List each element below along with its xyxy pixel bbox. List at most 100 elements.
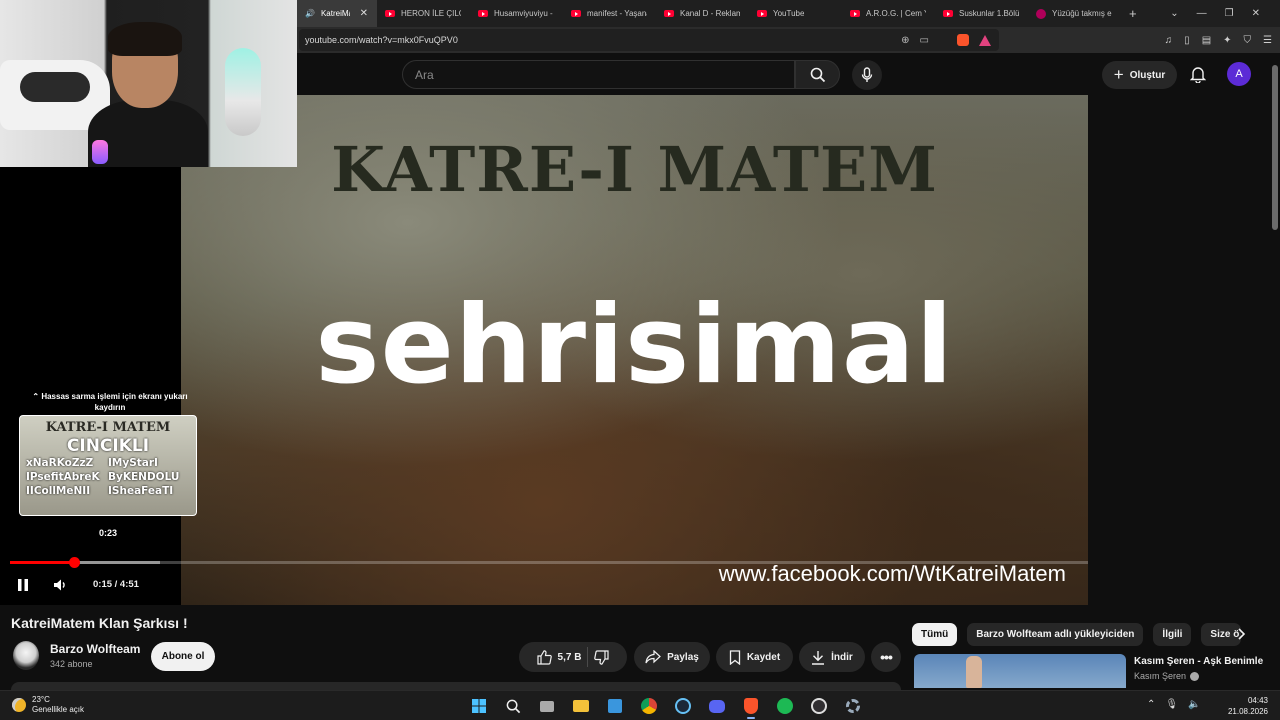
spotify-button[interactable] — [774, 695, 796, 717]
download-label: İndir — [831, 651, 853, 663]
search-input[interactable]: Ara — [402, 60, 795, 89]
search-button[interactable] — [795, 60, 840, 89]
extension-icons: ♫ ▯ ▤ ✦ ⛉ ☰ — [1165, 27, 1272, 53]
tray-microphone-icon[interactable]: 🎙 — [1165, 699, 1178, 710]
description-box[interactable] — [11, 682, 901, 690]
download-button[interactable]: İndir — [799, 642, 865, 672]
tab-suskunlar[interactable]: Suskunlar 1.Bölü — [935, 0, 1028, 27]
share-button[interactable]: Paylaş — [634, 642, 710, 672]
weather-widget[interactable]: 23°C Genellikle açık — [12, 695, 84, 715]
zoom-icon[interactable]: ⊕ — [901, 35, 909, 46]
address-bar: youtube.com/watch?v=mkx0FvuQPV0 ⊕ ▭ — [297, 27, 1280, 53]
tray-chevron-up-icon[interactable]: ⌃ — [1147, 699, 1155, 710]
ai-icon[interactable]: ✦ — [1223, 35, 1231, 46]
new-tab-button[interactable]: + — [1121, 6, 1145, 21]
channel-name[interactable]: Barzo Wolfteam — [50, 642, 140, 656]
brave-button[interactable] — [740, 695, 762, 719]
progress-scrubber-handle[interactable] — [68, 557, 80, 568]
webcam-person-hair — [108, 22, 182, 56]
url-field[interactable]: youtube.com/watch?v=mkx0FvuQPV0 ⊕ ▭ — [299, 29, 999, 51]
voice-search-button[interactable] — [852, 60, 882, 90]
create-label: Oluştur — [1129, 69, 1166, 81]
taskbar-clock[interactable]: 04:43 21.08.2026 — [1226, 695, 1268, 717]
recommended-title[interactable]: Kasım Şeren - Aşk Benimle — [1134, 656, 1263, 667]
close-window-icon[interactable]: ✕ — [1252, 8, 1260, 19]
thumbs-up-icon — [536, 649, 552, 665]
brave-rewards-icon[interactable] — [979, 34, 991, 46]
more-actions-button[interactable]: ••• — [871, 642, 901, 672]
tab-search-icon[interactable]: ⌄ — [1170, 8, 1178, 19]
tab-kanal-d[interactable]: Kanal D - Reklam — [656, 0, 749, 27]
task-view-button[interactable] — [536, 695, 558, 717]
video-big-text: sehrisimal — [315, 283, 954, 408]
recommended-channel-name: Kasım Şeren — [1134, 671, 1187, 681]
minimize-icon[interactable]: — — [1197, 8, 1207, 19]
dislike-button[interactable] — [594, 649, 610, 665]
verified-icon — [1190, 671, 1200, 681]
brave-shields-icon[interactable] — [957, 34, 969, 46]
weather-sun-icon — [12, 698, 26, 712]
preview-name: xNaRKoZzZ — [26, 457, 94, 469]
window-controls: ⌄ — ❐ ✕ — [1170, 0, 1280, 27]
cast-icon[interactable]: ▭ — [920, 35, 929, 46]
vpn-icon[interactable]: ⛉ — [1244, 35, 1252, 46]
tab-youtube[interactable]: YouTube — [749, 0, 842, 27]
start-button[interactable] — [468, 695, 490, 717]
mute-button[interactable] — [52, 575, 68, 595]
discord-button[interactable] — [706, 695, 728, 717]
browser-tab-strip: 🔊 KatreiMatem Klan Şarkısı ✕ HERON İLE Ç… — [297, 0, 1280, 27]
store-button[interactable] — [604, 695, 626, 717]
chip-all[interactable]: Tümü — [912, 623, 958, 646]
taskbar-search-button[interactable] — [502, 695, 524, 717]
like-dislike-group: 5,7 B — [519, 642, 627, 672]
chip-related[interactable]: İlgili — [1153, 623, 1192, 646]
discord-icon — [709, 699, 725, 713]
settings-gear-icon — [846, 699, 860, 713]
sidebar-icon[interactable]: ▯ — [1184, 35, 1190, 46]
steam-button[interactable] — [672, 695, 694, 717]
notifications-button[interactable] — [1189, 65, 1207, 88]
more-icon: ••• — [880, 649, 893, 665]
video-player[interactable]: KATRE-I MATEM sehrisimal www.facebook.co… — [0, 95, 1260, 605]
tray-speaker-icon[interactable]: 🔈 — [1188, 699, 1200, 710]
recommended-thumbnail[interactable] — [914, 654, 1126, 688]
chip-from-uploader[interactable]: Barzo Wolfteam adlı yükleyiciden — [967, 623, 1144, 646]
page-scrollbar[interactable] — [1270, 53, 1280, 690]
spotify-icon — [777, 698, 793, 714]
wallet-icon[interactable]: ▤ — [1202, 35, 1211, 46]
chrome-button[interactable] — [638, 695, 660, 717]
file-explorer-button[interactable] — [570, 695, 592, 717]
tab-title: Kanal D - Reklam — [680, 9, 740, 18]
tab-yuzugu[interactable]: Yüzüğü takmış e — [1028, 0, 1121, 27]
channel-avatar[interactable] — [13, 641, 39, 670]
preview-name: IPsefitAbreK — [26, 471, 100, 483]
tab-arog[interactable]: A.R.O.G. | Cem Y — [842, 0, 935, 27]
maximize-icon[interactable]: ❐ — [1225, 8, 1234, 19]
menu-icon[interactable]: ☰ — [1263, 35, 1272, 46]
video-title: KatreiMatem Klan Şarkısı ! — [11, 615, 188, 631]
tab-title: manifest - Yaşana — [587, 9, 647, 18]
create-button[interactable]: + Oluştur — [1102, 61, 1177, 89]
music-icon[interactable]: ♫ — [1165, 35, 1173, 46]
tab-katreimatem[interactable]: 🔊 KatreiMatem Klan Şarkısı ✕ — [297, 0, 377, 27]
account-avatar[interactable]: A — [1227, 62, 1251, 86]
pause-button[interactable] — [16, 575, 30, 595]
save-button[interactable]: Kaydet — [716, 642, 793, 672]
share-icon — [645, 650, 662, 664]
scrollbar-thumb[interactable] — [1272, 65, 1278, 230]
system-tray: ⌃ 🎙 🔈 — [1147, 699, 1201, 710]
obs-button[interactable] — [808, 695, 830, 717]
tab-manifest[interactable]: manifest - Yaşana — [563, 0, 656, 27]
like-button[interactable]: 5,7 B — [536, 649, 581, 665]
close-tab-icon[interactable]: ✕ — [360, 8, 368, 19]
tab-heron[interactable]: HERON İLE ÇILGIN — [377, 0, 470, 27]
chips-next-button[interactable] — [1233, 626, 1249, 647]
search-icon — [810, 67, 825, 82]
search-icon — [506, 699, 520, 713]
progress-bar[interactable] — [10, 557, 1260, 568]
settings-app-button[interactable] — [842, 695, 864, 717]
subscribe-button[interactable]: Abone ol — [151, 642, 215, 671]
tab-husamviyuviyu[interactable]: Husamviyuviyu - — [470, 0, 563, 27]
chrome-icon — [641, 698, 657, 714]
video-frame[interactable]: KATRE-I MATEM sehrisimal www.facebook.co… — [181, 95, 1088, 605]
